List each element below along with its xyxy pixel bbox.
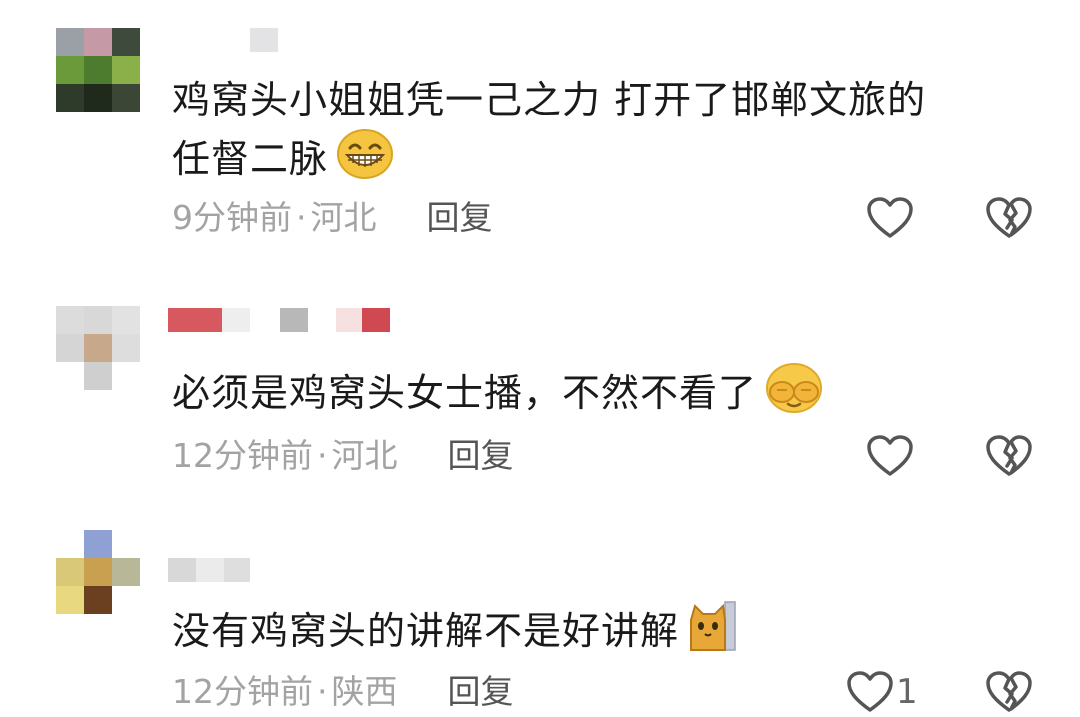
face-covering-eyes-emoji-icon: [765, 362, 823, 429]
username-blurred[interactable]: [168, 558, 250, 582]
broken-heart-icon: [986, 671, 1032, 712]
comment-text-line-2: 任督二脉: [172, 128, 1032, 195]
reply-button[interactable]: 回复: [448, 670, 514, 714]
comment-text: 没有鸡窝头的讲解不是好讲解: [172, 600, 1032, 667]
username-blurred[interactable]: [168, 28, 278, 52]
comment-text: 必须是鸡窝头女士播，不然不看了: [172, 362, 1032, 429]
comment-time: 9分钟前: [172, 198, 292, 237]
heart-icon: [847, 671, 893, 712]
cat-peeking-emoji-icon: [687, 600, 739, 667]
dislike-button[interactable]: [984, 434, 1034, 478]
grinning-face-emoji-icon: [336, 128, 394, 195]
reply-button[interactable]: 回复: [448, 434, 514, 478]
username-blurred[interactable]: [168, 308, 390, 332]
comment-meta: 12分钟前 · 河北 回复: [172, 434, 514, 478]
comment-text-line-1: 没有鸡窝头的讲解不是好讲解: [172, 600, 1032, 667]
like-count: 1: [896, 672, 918, 712]
avatar[interactable]: [56, 530, 140, 614]
broken-heart-icon: [986, 197, 1032, 238]
comment-location: 河北: [310, 198, 377, 237]
dislike-button[interactable]: [984, 196, 1034, 240]
comment-meta: 12分钟前 · 陕西 回复: [172, 670, 514, 714]
broken-heart-icon: [986, 435, 1032, 476]
meta-separator: ·: [296, 198, 307, 237]
comment-time: 12分钟前: [172, 436, 313, 475]
meta-separator: ·: [317, 436, 328, 475]
like-button[interactable]: [866, 434, 918, 478]
comment-time: 12分钟前: [172, 672, 313, 711]
avatar[interactable]: [56, 306, 140, 390]
comment-location: 陕西: [331, 672, 398, 711]
avatar[interactable]: [56, 28, 140, 112]
comment-meta: 9分钟前 · 河北 回复: [172, 196, 493, 240]
reply-button[interactable]: 回复: [427, 196, 493, 240]
meta-separator: ·: [317, 672, 328, 711]
like-button[interactable]: [866, 196, 918, 240]
comment-text: 鸡窝头小姐姐凭一己之力 打开了邯郸文旅的 任督二脉: [172, 72, 1032, 195]
comment-text-line-1: 必须是鸡窝头女士播，不然不看了: [172, 362, 1032, 429]
like-button[interactable]: 1: [846, 670, 926, 714]
dislike-button[interactable]: [984, 670, 1034, 714]
heart-icon: [867, 435, 913, 476]
comment-location: 河北: [331, 436, 398, 475]
comment-text-line-1: 鸡窝头小姐姐凭一己之力 打开了邯郸文旅的: [172, 78, 927, 122]
heart-icon: [867, 197, 913, 238]
